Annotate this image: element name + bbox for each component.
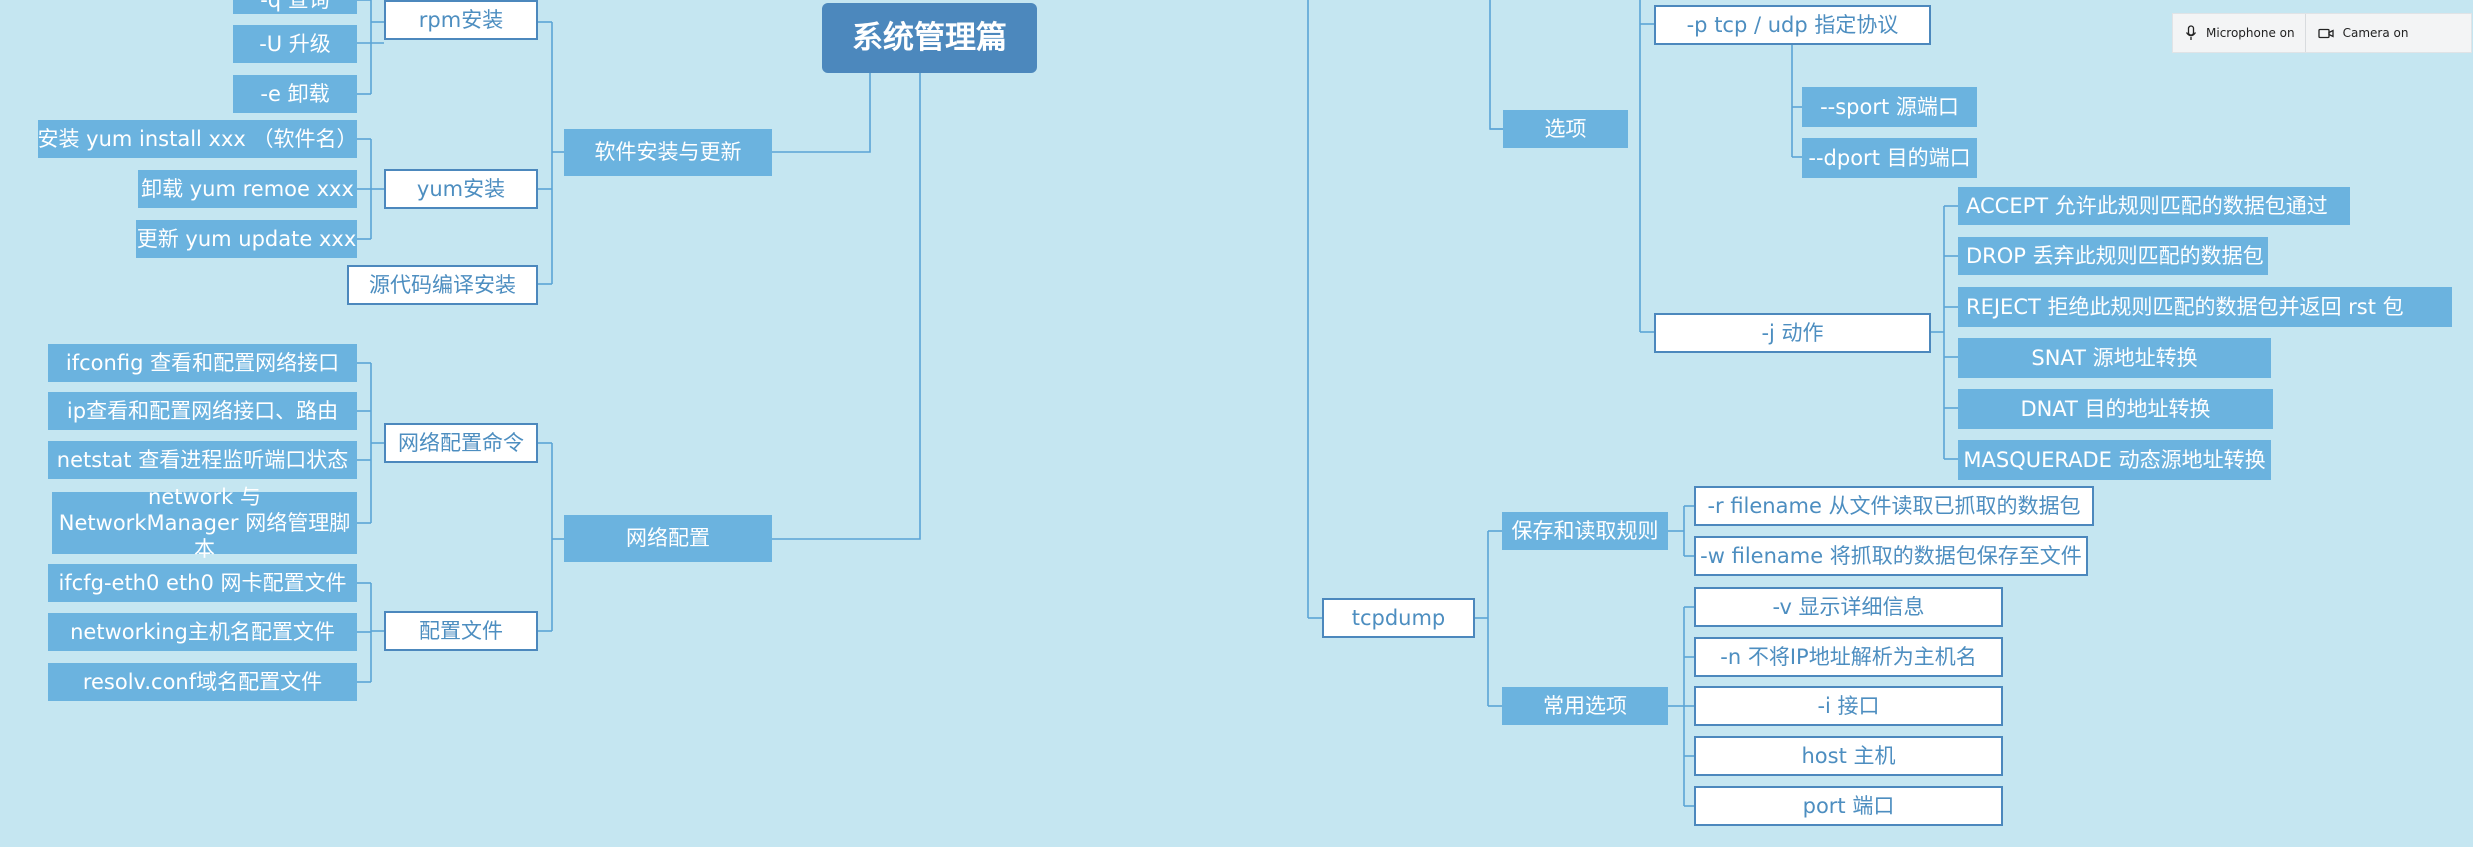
microphone-icon xyxy=(2185,25,2197,40)
leaf-yum-install[interactable]: 安装 yum install xxx （软件名） xyxy=(37,120,358,158)
leaf-port[interactable]: port 端口 xyxy=(1694,786,2003,826)
node-config-files[interactable]: 配置文件 xyxy=(384,611,538,651)
leaf-read-file[interactable]: -r filename 从文件读取已抓取的数据包 xyxy=(1694,486,2094,526)
node-source-compile[interactable]: 源代码编译安装 xyxy=(347,265,538,305)
node-jump-action[interactable]: -j 动作 xyxy=(1654,313,1931,353)
camera-toggle[interactable]: Camera on xyxy=(2304,14,2419,52)
leaf-no-resolve[interactable]: -n 不将IP地址解析为主机名 xyxy=(1694,637,2003,677)
leaf-ip[interactable]: ip查看和配置网络接口、路由 xyxy=(48,392,357,430)
leaf-accept[interactable]: ACCEPT 允许此规则匹配的数据包通过 xyxy=(1958,187,2350,225)
leaf-dport[interactable]: --dport 目的端口 xyxy=(1802,138,1977,178)
leaf-sport[interactable]: --sport 源端口 xyxy=(1802,87,1977,127)
mind-map-canvas: 系统管理篇 软件安装与更新 rpm安装 -q 查询 -U 升级 -e 卸载 yu… xyxy=(0,0,2473,847)
call-controls-bar: Microphone on Camera on xyxy=(2172,13,2472,53)
leaf-interface[interactable]: -i 接口 xyxy=(1694,686,2003,726)
node-rpm-install[interactable]: rpm安装 xyxy=(384,0,538,40)
node-network-commands[interactable]: 网络配置命令 xyxy=(384,423,538,463)
leaf-snat[interactable]: SNAT 源地址转换 xyxy=(1958,338,2271,378)
leaf-rpm-query[interactable]: -q 查询 xyxy=(233,0,357,14)
node-protocol[interactable]: -p tcp / udp 指定协议 xyxy=(1654,5,1931,45)
leaf-netstat[interactable]: netstat 查看进程监听端口状态 xyxy=(48,441,357,479)
branch-software-install[interactable]: 软件安装与更新 xyxy=(564,129,772,176)
microphone-label: Microphone on xyxy=(2206,26,2295,40)
camera-icon xyxy=(2317,28,2334,38)
leaf-ifconfig[interactable]: ifconfig 查看和配置网络接口 xyxy=(48,344,357,382)
node-yum-install[interactable]: yum安装 xyxy=(384,169,538,209)
leaf-yum-update[interactable]: 更新 yum update xxx xyxy=(136,220,357,258)
leaf-host[interactable]: host 主机 xyxy=(1694,736,2003,776)
leaf-networking[interactable]: networking主机名配置文件 xyxy=(48,613,357,651)
leaf-resolv-conf[interactable]: resolv.conf域名配置文件 xyxy=(48,663,357,701)
leaf-rpm-erase[interactable]: -e 卸载 xyxy=(233,75,357,113)
leaf-drop[interactable]: DROP 丢弃此规则匹配的数据包 xyxy=(1958,237,2268,275)
branch-common-options[interactable]: 常用选项 xyxy=(1502,687,1668,725)
branch-save-read[interactable]: 保存和读取规则 xyxy=(1502,512,1668,550)
leaf-dnat[interactable]: DNAT 目的地址转换 xyxy=(1958,389,2273,429)
camera-label: Camera on xyxy=(2342,26,2409,40)
root-topic[interactable]: 系统管理篇 xyxy=(822,3,1037,73)
node-tcpdump[interactable]: tcpdump xyxy=(1322,598,1475,638)
leaf-ifcfg-eth0[interactable]: ifcfg-eth0 eth0 网卡配置文件 xyxy=(48,564,357,602)
leaf-verbose[interactable]: -v 显示详细信息 xyxy=(1694,587,2003,627)
leaf-rpm-upgrade[interactable]: -U 升级 xyxy=(233,25,357,63)
branch-network-config[interactable]: 网络配置 xyxy=(564,515,772,562)
leaf-network-manager[interactable]: network 与 NetworkManager 网络管理脚本 xyxy=(52,485,357,561)
microphone-toggle[interactable]: Microphone on xyxy=(2173,14,2305,52)
leaf-masquerade[interactable]: MASQUERADE 动态源地址转换 xyxy=(1958,440,2271,480)
branch-options[interactable]: 选项 xyxy=(1503,110,1628,148)
leaf-reject[interactable]: REJECT 拒绝此规则匹配的数据包并返回 rst 包 xyxy=(1958,287,2452,327)
leaf-yum-remove[interactable]: 卸载 yum remoe xxx xyxy=(138,170,357,208)
leaf-write-file[interactable]: -w filename 将抓取的数据包保存至文件 xyxy=(1694,536,2088,576)
